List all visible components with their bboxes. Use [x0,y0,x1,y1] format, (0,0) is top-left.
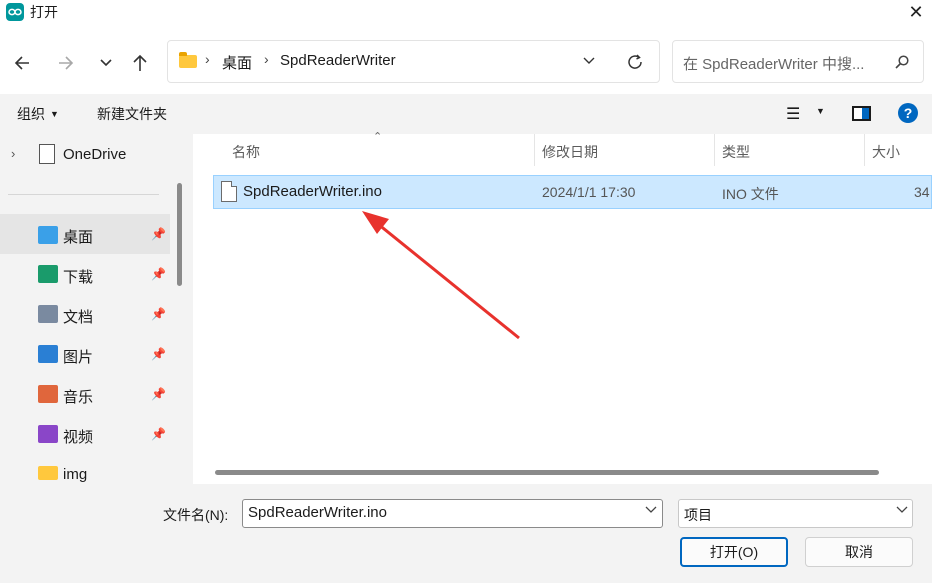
chevron-down-icon[interactable] [896,505,908,517]
chevron-down-icon[interactable] [645,505,657,517]
sidebar-label-downloads[interactable]: 下载 [63,266,93,287]
file-type-select[interactable]: 项目 [678,499,913,528]
search-icon[interactable] [892,52,912,72]
refresh-icon[interactable] [623,50,647,74]
column-header-name[interactable]: 名称 [232,142,260,162]
column-separator[interactable] [864,134,865,166]
sidebar-scrollbar[interactable] [177,183,182,286]
caret-down-icon: ▼ [50,109,59,119]
column-separator[interactable] [714,134,715,166]
pin-icon: 📌 [151,347,166,361]
sidebar-label-desktop[interactable]: 桌面 [63,226,93,247]
sidebar-label-documents[interactable]: 文档 [63,306,93,327]
desktop-icon [38,226,58,244]
breadcrumb-separator-icon: › [264,51,269,67]
new-folder-button[interactable]: 新建文件夹 [97,104,167,124]
music-icon [38,385,58,403]
file-modified-date: 2024/1/1 17:30 [542,184,636,200]
pin-icon: 📌 [151,427,166,441]
search-placeholder: 在 SpdReaderWriter 中搜... [683,56,865,73]
pin-icon: 📌 [151,307,166,321]
forward-button[interactable] [53,50,79,76]
sidebar-label-music[interactable]: 音乐 [63,386,93,407]
column-header-modified[interactable]: 修改日期 [542,142,598,162]
sort-ascending-icon: ⌃ [373,131,383,143]
file-name[interactable]: SpdReaderWriter.ino [243,183,382,200]
sidebar-label-pictures[interactable]: 图片 [63,346,93,367]
help-icon[interactable]: ? [898,103,918,123]
up-button[interactable] [127,50,153,76]
folder-icon [179,52,197,68]
file-icon [221,181,237,202]
filename-label: 文件名(N): [163,507,229,523]
column-separator[interactable] [534,134,535,166]
sidebar-label-videos[interactable]: 视频 [63,426,93,447]
pictures-icon [38,345,58,363]
horizontal-scrollbar[interactable] [215,470,879,475]
breadcrumb-desktop[interactable]: 桌面 [222,52,252,73]
column-header-size[interactable]: 大小 [872,142,900,162]
open-button[interactable]: 打开(O) [680,537,788,567]
pin-icon: 📌 [151,267,166,281]
expand-chevron-icon[interactable]: › [11,146,15,161]
cancel-button[interactable]: 取消 [805,537,913,567]
file-type: INO 文件 [722,186,779,202]
address-history-chevron-icon[interactable] [579,51,599,71]
preview-pane-icon[interactable] [852,106,871,121]
breadcrumb-current-folder[interactable]: SpdReaderWriter [280,52,396,69]
window-title: 打开 [30,4,58,20]
documents-icon [38,305,58,323]
sidebar-label-img[interactable]: img [63,466,87,483]
arduino-app-icon [6,3,24,21]
download-icon [38,265,58,283]
folder-icon [38,466,58,480]
search-input[interactable]: 在 SpdReaderWriter 中搜... [672,40,924,83]
title-bar [0,0,932,26]
file-size: 34 [914,184,930,200]
sidebar-item-onedrive[interactable]: OneDrive [63,146,126,163]
organize-menu-button[interactable]: 组织 ▼ [17,104,59,124]
filename-input[interactable]: SpdReaderWriter.ino [242,499,663,528]
caret-down-icon[interactable]: ▼ [816,106,825,116]
videos-icon [38,425,58,443]
breadcrumb-separator-icon: › [205,51,210,67]
organize-label: 组织 [17,106,45,122]
view-menu-icon[interactable]: ☰ [786,104,800,124]
address-bar[interactable]: › 桌面 › SpdReaderWriter [167,40,660,83]
recent-locations-chevron-icon[interactable] [93,50,119,76]
close-button[interactable]: ✕ [900,0,932,24]
pin-icon: 📌 [151,227,166,241]
pin-icon: 📌 [151,387,166,401]
onedrive-page-icon [39,144,55,164]
column-header-type[interactable]: 类型 [722,142,750,162]
sidebar-divider [8,194,159,195]
back-button[interactable] [9,50,35,76]
